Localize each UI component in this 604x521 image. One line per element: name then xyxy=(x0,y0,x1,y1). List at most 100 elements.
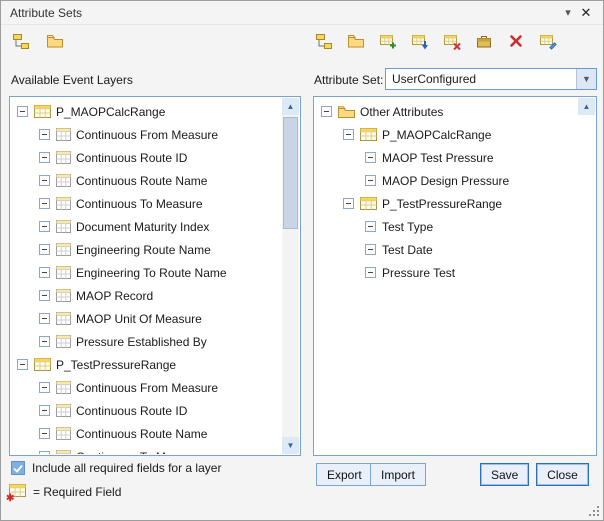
tree-item-label: P_MAOPCalcRange xyxy=(56,105,165,119)
scroll-up-icon[interactable]: ▲ xyxy=(578,98,595,115)
required-field-label: = Required Field xyxy=(33,485,121,499)
collapse-toggle-icon[interactable] xyxy=(39,267,50,278)
table-icon xyxy=(34,358,51,371)
import-button[interactable]: Import xyxy=(370,463,426,486)
tree-item-label: Document Maturity Index xyxy=(76,220,209,234)
add-layer-to-set-icon[interactable] xyxy=(11,31,31,51)
tree-item[interactable]: MAOP Record xyxy=(13,284,280,307)
doc-icon xyxy=(56,381,71,394)
tree-item[interactable]: Pressure Test xyxy=(317,261,576,284)
collapse-toggle-icon[interactable] xyxy=(365,221,376,232)
collapse-toggle-icon[interactable] xyxy=(321,106,332,117)
collapse-toggle-icon[interactable] xyxy=(39,198,50,209)
required-field-legend: ✱ = Required Field xyxy=(9,484,121,500)
tree-item[interactable]: Test Type xyxy=(317,215,576,238)
tree-item[interactable]: Engineering Route Name xyxy=(13,238,280,261)
tree-item[interactable]: Pressure Established By xyxy=(13,330,280,353)
doc-icon xyxy=(56,128,71,141)
collapse-toggle-icon[interactable] xyxy=(17,359,28,370)
close-button[interactable]: ✕ xyxy=(577,5,595,21)
chevron-down-icon[interactable]: ▼ xyxy=(576,69,596,89)
folder-icon xyxy=(338,105,355,118)
tree-item[interactable]: MAOP Design Pressure xyxy=(317,169,576,192)
tree-item[interactable]: MAOP Test Pressure xyxy=(317,146,576,169)
tree-item-label: Continuous Route Name xyxy=(76,427,207,441)
close-dialog-button[interactable]: Close xyxy=(536,463,589,486)
doc-icon xyxy=(56,335,71,348)
collapse-toggle-icon[interactable] xyxy=(39,405,50,416)
attribute-set-value: UserConfigured xyxy=(386,69,576,89)
tree-item-label: Test Date xyxy=(382,243,433,257)
collapse-toggle-icon[interactable] xyxy=(39,382,50,393)
available-layers-panel: P_MAOPCalcRangeContinuous From MeasureCo… xyxy=(9,96,301,456)
attribute-set-dropdown[interactable]: UserConfigured ▼ xyxy=(385,68,597,90)
tree-item[interactable]: P_TestPressureRange xyxy=(317,192,576,215)
collapse-toggle-icon[interactable] xyxy=(39,221,50,232)
window-title: Attribute Sets xyxy=(10,6,82,20)
tree-item[interactable]: Other Attributes xyxy=(317,100,576,123)
add-all-layers-icon[interactable] xyxy=(45,31,65,51)
collapse-toggle-icon[interactable] xyxy=(365,175,376,186)
tree-item-label: MAOP Unit Of Measure xyxy=(76,312,202,326)
collapse-toggle-icon[interactable] xyxy=(365,267,376,278)
collapse-toggle-icon[interactable] xyxy=(39,428,50,439)
attribute-set-label: Attribute Set: xyxy=(314,73,383,87)
collapse-toggle-icon[interactable] xyxy=(39,451,50,454)
tree-item[interactable]: Continuous Route Name xyxy=(13,169,280,192)
tree-item[interactable]: Continuous From Measure xyxy=(13,123,280,146)
collapse-toggle-icon[interactable] xyxy=(39,244,50,255)
save-button[interactable]: Save xyxy=(480,463,529,486)
collapse-toggle-icon[interactable] xyxy=(39,336,50,347)
edit-attribute-set-icon[interactable] xyxy=(538,31,558,51)
tree-item[interactable]: Continuous From Measure xyxy=(13,376,280,399)
tree-item[interactable]: Test Date xyxy=(317,238,576,261)
tree-item-label: P_MAOPCalcRange xyxy=(382,128,491,142)
scrollbar-thumb[interactable] xyxy=(283,117,298,229)
doc-icon xyxy=(56,174,71,187)
tree-item[interactable]: P_MAOPCalcRange xyxy=(13,100,280,123)
tree-item[interactable]: Continuous Route ID xyxy=(13,399,280,422)
new-attribute-set-icon[interactable] xyxy=(314,31,334,51)
pin-button[interactable]: ▾ xyxy=(559,6,577,19)
import-attributes-icon[interactable] xyxy=(410,31,430,51)
export-button[interactable]: Export xyxy=(316,463,373,486)
collapse-toggle-icon[interactable] xyxy=(365,244,376,255)
collapse-toggle-icon[interactable] xyxy=(39,175,50,186)
available-event-layers-label: Available Event Layers xyxy=(11,73,133,87)
tree-item[interactable]: Document Maturity Index xyxy=(13,215,280,238)
collapse-toggle-icon[interactable] xyxy=(39,313,50,324)
left-panel-scrollbar[interactable]: ▲ ▼ xyxy=(282,98,299,454)
tree-item[interactable]: MAOP Unit Of Measure xyxy=(13,307,280,330)
include-required-fields-checkbox[interactable] xyxy=(11,461,25,475)
tree-item-label: Engineering Route Name xyxy=(76,243,211,257)
open-attribute-set-icon[interactable] xyxy=(346,31,366,51)
tree-item[interactable]: Continuous To Measure xyxy=(13,192,280,215)
tree-item-label: MAOP Test Pressure xyxy=(382,151,494,165)
tree-item[interactable]: P_TestPressureRange xyxy=(13,353,280,376)
table-icon xyxy=(360,128,377,141)
tree-item[interactable]: Continuous Route ID xyxy=(13,146,280,169)
tree-item[interactable]: Engineering To Route Name xyxy=(13,261,280,284)
tree-item[interactable]: Continuous Route Name xyxy=(13,422,280,445)
scroll-up-icon[interactable]: ▲ xyxy=(282,98,299,115)
remove-attributes-icon[interactable] xyxy=(442,31,462,51)
check-icon xyxy=(13,464,23,473)
collapse-toggle-icon[interactable] xyxy=(365,152,376,163)
collapse-toggle-icon[interactable] xyxy=(343,129,354,140)
tree-item[interactable]: Continuous To Measure xyxy=(13,445,280,454)
collapse-toggle-icon[interactable] xyxy=(17,106,28,117)
collapse-toggle-icon[interactable] xyxy=(39,129,50,140)
tree-item[interactable]: P_MAOPCalcRange xyxy=(317,123,576,146)
doc-icon xyxy=(56,266,71,279)
collapse-toggle-icon[interactable] xyxy=(39,290,50,301)
titlebar: Attribute Sets ▾ ✕ xyxy=(1,1,603,25)
manage-attribute-set-icon[interactable] xyxy=(474,31,494,51)
resize-grip[interactable] xyxy=(589,506,600,517)
collapse-toggle-icon[interactable] xyxy=(343,198,354,209)
scroll-down-icon[interactable]: ▼ xyxy=(282,437,299,454)
add-table-icon[interactable] xyxy=(378,31,398,51)
delete-attribute-set-icon[interactable] xyxy=(506,31,526,51)
collapse-toggle-icon[interactable] xyxy=(39,152,50,163)
tree-item-label: Continuous To Measure xyxy=(76,450,203,455)
doc-icon xyxy=(56,289,71,302)
